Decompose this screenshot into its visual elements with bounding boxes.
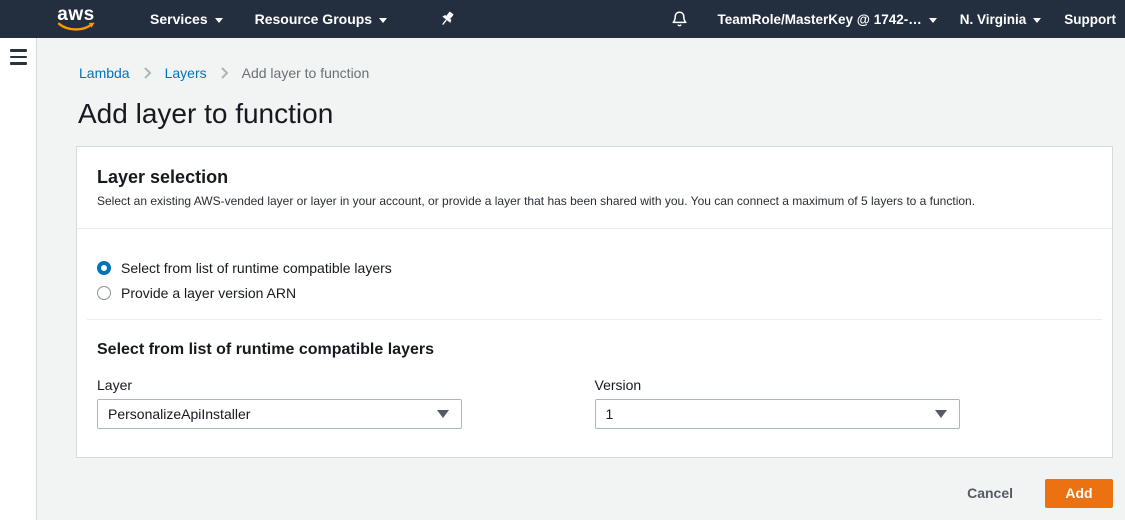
layer-field-label: Layer (97, 375, 595, 395)
breadcrumb-link-layers[interactable]: Layers (165, 65, 207, 81)
dropdown-arrow-icon (437, 410, 449, 418)
cancel-button[interactable]: Cancel (967, 479, 1013, 508)
nav-services-menu[interactable]: Services (150, 11, 223, 27)
card-description: Select an existing AWS-vended layer or l… (97, 193, 1092, 209)
form-actions: Cancel Add (76, 479, 1113, 508)
chevron-down-icon (929, 18, 937, 23)
page-title: Add layer to function (78, 97, 1113, 131)
notifications-bell-icon[interactable] (671, 10, 688, 28)
nav-right-group: TeamRole/MasterKey @ 1742-… N. Virginia … (671, 10, 1125, 28)
radio-option-runtime-compatible[interactable]: Select from list of runtime compatible l… (97, 258, 1092, 278)
aws-logo[interactable]: aws (57, 7, 95, 32)
nav-support-label: Support (1064, 12, 1116, 27)
card-header: Layer selection Select an existing AWS-v… (77, 147, 1112, 229)
radio-selected-icon[interactable] (97, 261, 111, 275)
main-content: Lambda Layers Add layer to function Add … (38, 38, 1125, 520)
version-select[interactable]: 1 (595, 399, 960, 429)
layer-selection-card: Layer selection Select an existing AWS-v… (76, 146, 1113, 458)
left-sidebar-rail (0, 38, 37, 520)
layer-select[interactable]: PersonalizeApiInstaller (97, 399, 462, 429)
nav-resource-groups-menu[interactable]: Resource Groups (255, 11, 387, 27)
version-field-label: Version (595, 375, 1093, 395)
section-title: Select from list of runtime compatible l… (97, 340, 1092, 360)
version-field: Version 1 (595, 375, 1093, 429)
breadcrumb-chevron-icon (220, 67, 229, 79)
runtime-compatible-layers-section: Select from list of runtime compatible l… (77, 320, 1112, 457)
dropdown-arrow-icon (935, 410, 947, 418)
breadcrumb: Lambda Layers Add layer to function (79, 65, 1113, 81)
aws-logo-text: aws (57, 7, 94, 22)
nav-services-label: Services (150, 11, 208, 27)
breadcrumb-chevron-icon (143, 67, 152, 79)
aws-logo-smile-icon (57, 22, 95, 32)
breadcrumb-link-lambda[interactable]: Lambda (79, 65, 130, 81)
layer-field: Layer PersonalizeApiInstaller (97, 375, 595, 429)
radio-unselected-icon[interactable] (97, 286, 111, 300)
chevron-down-icon (379, 18, 387, 23)
nav-region-menu[interactable]: N. Virginia (960, 12, 1042, 27)
hamburger-menu-icon[interactable] (10, 49, 27, 65)
version-select-value: 1 (606, 406, 935, 422)
radio-option-label: Select from list of runtime compatible l… (121, 258, 392, 278)
add-button[interactable]: Add (1045, 479, 1113, 508)
chevron-down-icon (1033, 18, 1041, 23)
nav-account-menu[interactable]: TeamRole/MasterKey @ 1742-… (717, 12, 936, 27)
radio-option-label: Provide a layer version ARN (121, 283, 296, 303)
top-navigation-bar: aws Services Resource Groups T (0, 0, 1125, 38)
layer-source-radio-group: Select from list of runtime compatible l… (77, 229, 1112, 319)
layer-select-value: PersonalizeApiInstaller (108, 406, 437, 422)
chevron-down-icon (215, 18, 223, 23)
nav-resource-groups-label: Resource Groups (255, 11, 372, 27)
nav-support-menu[interactable]: Support (1064, 12, 1116, 27)
card-title: Layer selection (97, 166, 1092, 188)
nav-account-label: TeamRole/MasterKey @ 1742-… (717, 12, 921, 27)
nav-region-label: N. Virginia (960, 12, 1027, 27)
breadcrumb-current-page: Add layer to function (242, 65, 370, 81)
field-grid: Layer PersonalizeApiInstaller Version 1 (97, 375, 1092, 429)
radio-option-layer-version-arn[interactable]: Provide a layer version ARN (97, 283, 1092, 303)
pushpin-icon[interactable] (439, 10, 455, 28)
